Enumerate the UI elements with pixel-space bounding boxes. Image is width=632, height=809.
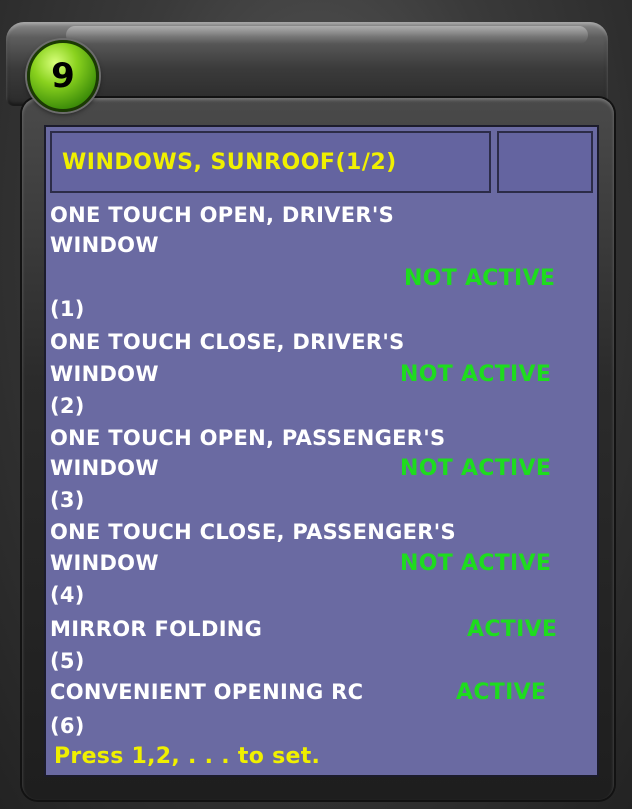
setting-3-label-line1[interactable]: ONE TOUCH OPEN, PASSENGER'S — [50, 426, 445, 450]
setting-1-label-line1[interactable]: ONE TOUCH OPEN, DRIVER'S — [50, 203, 394, 227]
setting-6-key: (6) — [50, 714, 85, 738]
setting-2-label-line2[interactable]: WINDOW — [50, 362, 159, 386]
channel-number-badge: 9 — [27, 40, 99, 112]
screen-header: WINDOWS, SUNROOF(1/2) — [50, 131, 593, 193]
setting-2-status: NOT ACTIVE — [400, 362, 552, 387]
setting-6-status: ACTIVE — [456, 680, 547, 705]
setting-3-status: NOT ACTIVE — [400, 456, 552, 481]
setting-2-key: (2) — [50, 394, 85, 418]
settings-screen: WINDOWS, SUNROOF(1/2) ONE TOUCH OPEN, DR… — [46, 127, 597, 775]
setting-4-key: (4) — [50, 583, 85, 607]
footer-hint: Press 1,2, . . . to set. — [54, 744, 321, 769]
setting-4-label-line2[interactable]: WINDOW — [50, 551, 159, 575]
setting-3-label-line2[interactable]: WINDOW — [50, 456, 159, 480]
setting-5-key: (5) — [50, 649, 85, 673]
setting-1-label-line2[interactable]: WINDOW — [50, 233, 159, 257]
setting-3-key: (3) — [50, 488, 85, 512]
setting-2-label-line1[interactable]: ONE TOUCH CLOSE, DRIVER'S — [50, 330, 405, 354]
setting-6-label[interactable]: CONVENIENT OPENING RC — [50, 680, 363, 704]
setting-4-label-line1[interactable]: ONE TOUCH CLOSE, PASSENGER'S — [50, 520, 456, 544]
setting-4-status: NOT ACTIVE — [400, 551, 552, 576]
setting-1-status: NOT ACTIVE — [404, 266, 556, 291]
bezel-gloss — [66, 26, 588, 44]
header-aux-box — [497, 131, 593, 193]
header-title-box: WINDOWS, SUNROOF(1/2) — [50, 131, 491, 193]
setting-1-key: (1) — [50, 297, 85, 321]
device-body: 9 WINDOWS, SUNROOF(1/2) ONE TOUCH OPEN, … — [0, 0, 632, 809]
setting-5-label[interactable]: MIRROR FOLDING — [50, 617, 262, 641]
page-title: WINDOWS, SUNROOF(1/2) — [62, 149, 397, 175]
setting-5-status: ACTIVE — [467, 617, 558, 642]
